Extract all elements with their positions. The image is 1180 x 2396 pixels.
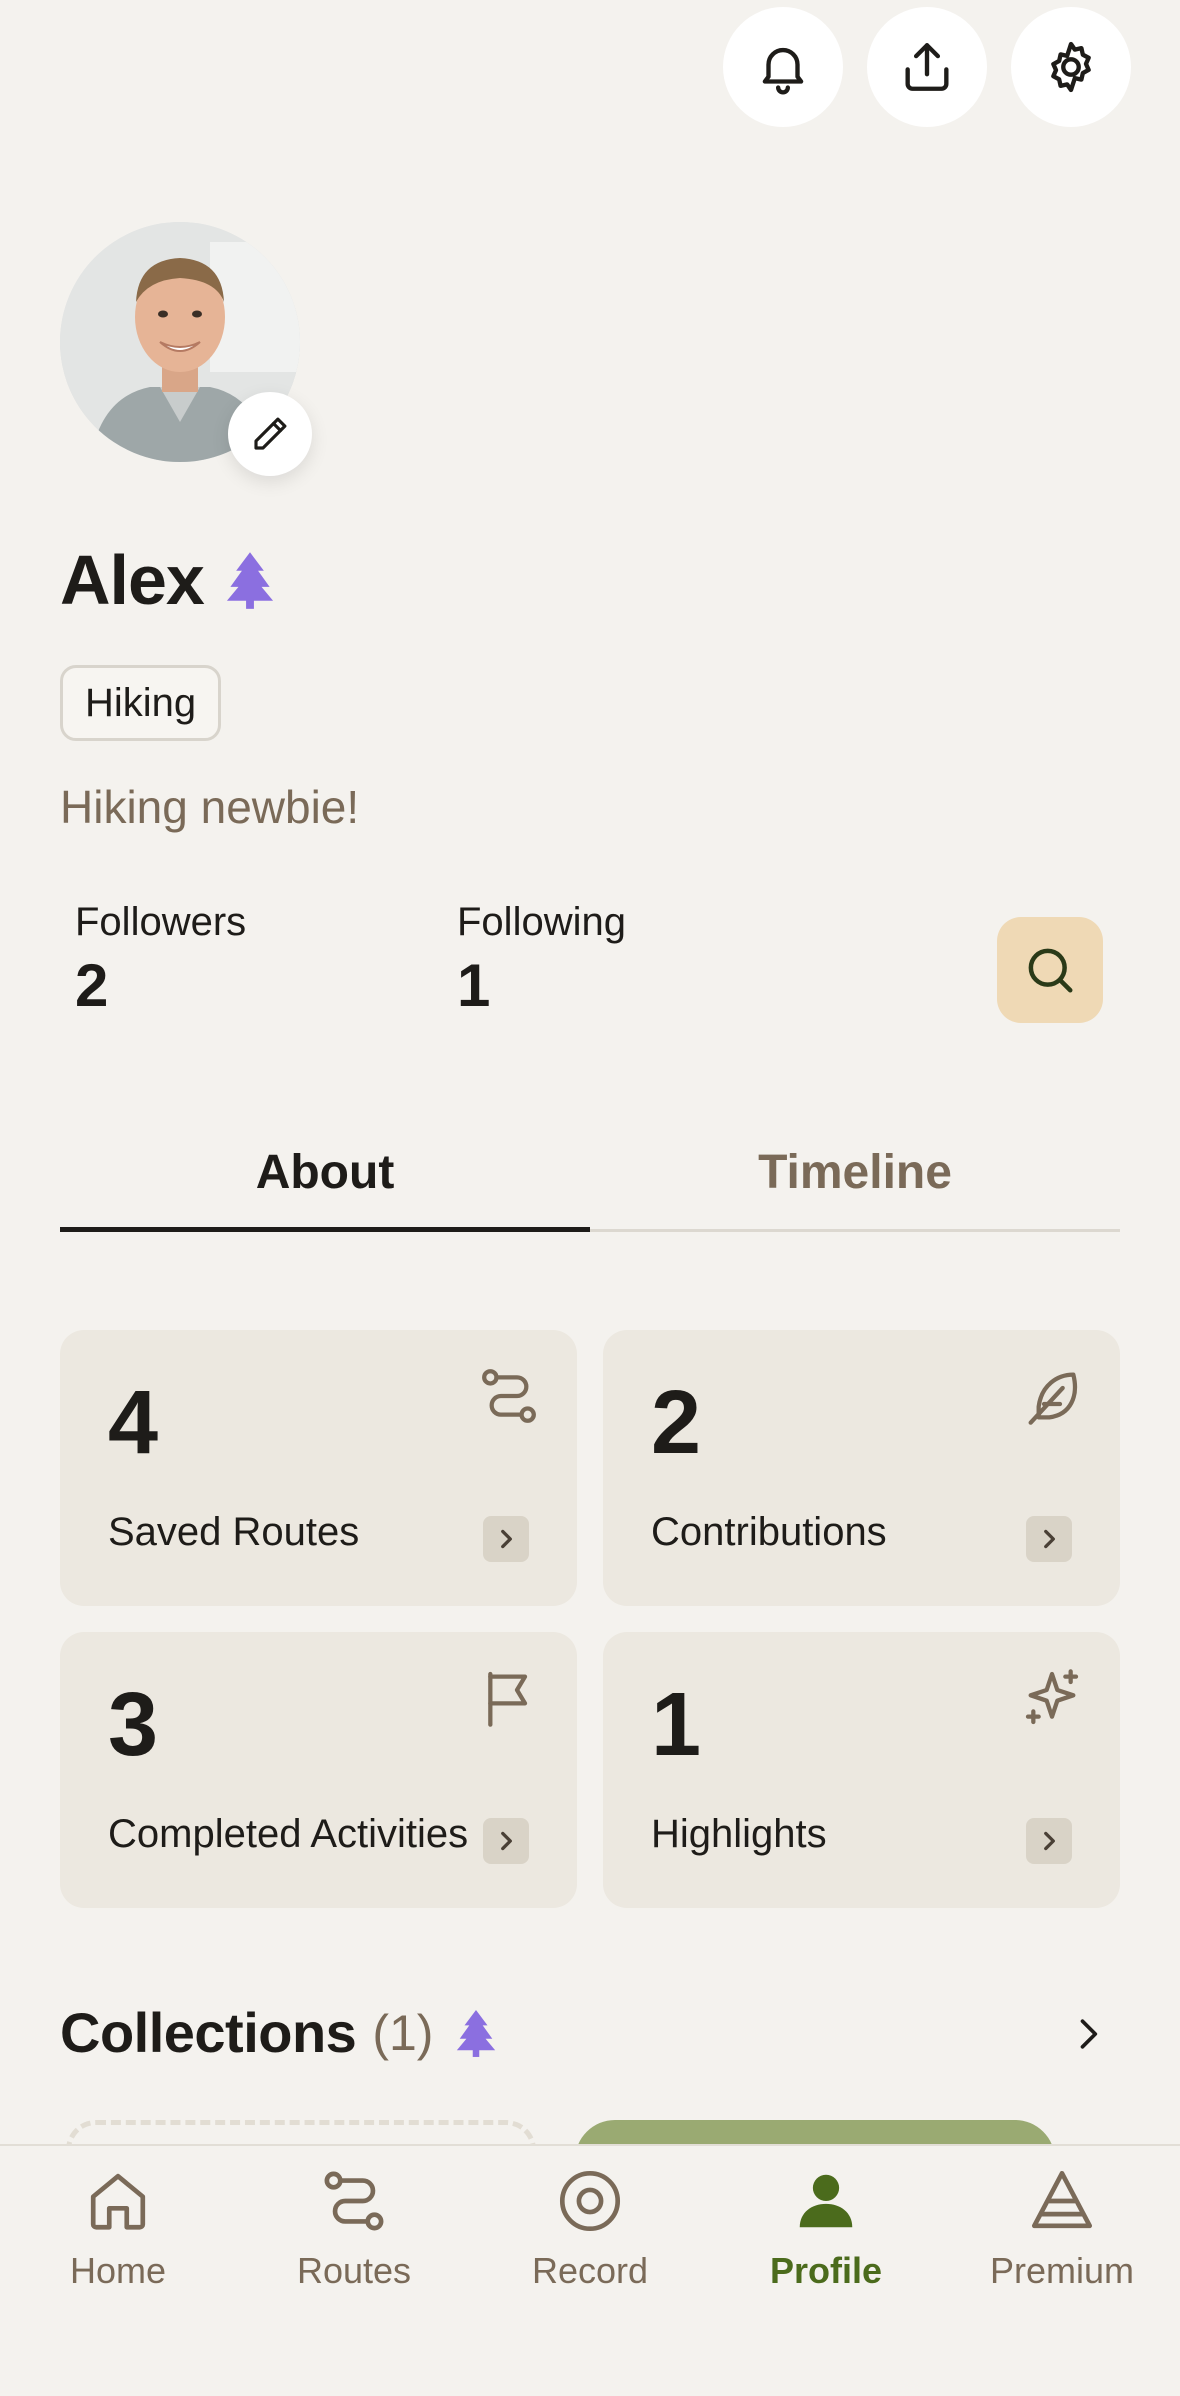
- profile-icon: [799, 2174, 853, 2228]
- card-label: Completed Activities: [108, 1812, 469, 1856]
- find-people-button[interactable]: [997, 917, 1103, 1023]
- gear-icon: [1051, 41, 1091, 93]
- bell-icon: [762, 47, 804, 95]
- routes-icon: [324, 2171, 384, 2231]
- tree-icon: [457, 2009, 496, 2057]
- card-count: 3: [108, 1675, 159, 1775]
- pencil-icon: [254, 417, 287, 450]
- nav-label: Profile: [769, 2250, 883, 2291]
- following-stat[interactable]: Following 1: [457, 900, 626, 1020]
- profile-name-row: Alex: [60, 540, 278, 620]
- settings-button[interactable]: [1011, 7, 1131, 127]
- profile-bio: Hiking newbie!: [60, 781, 360, 833]
- card-count: 4: [108, 1373, 159, 1473]
- card-label: Contributions: [651, 1510, 887, 1554]
- profile-name: Alex: [60, 541, 205, 619]
- nav-label: Home: [69, 2250, 167, 2291]
- profile-screen: Alex Hiking Hiking newbie! Followers 2 F…: [0, 0, 1180, 2396]
- chevron-right-icon: [483, 1516, 529, 1562]
- nav-premium[interactable]: Premium: [944, 2166, 1180, 2292]
- sparkle-icon: [1025, 1669, 1079, 1725]
- activity-chip[interactable]: Hiking: [60, 665, 222, 741]
- nav-profile[interactable]: Profile: [708, 2166, 944, 2292]
- home-icon: [90, 2173, 146, 2230]
- share-icon: [905, 43, 949, 91]
- profile-tabs: About Timeline: [60, 1125, 1120, 1235]
- chevron-right-icon: [1080, 2019, 1098, 2049]
- route-icon: [482, 1369, 536, 1423]
- card-label: Saved Routes: [108, 1510, 360, 1554]
- search-icon: [1028, 948, 1073, 993]
- followers-stat[interactable]: Followers 2: [75, 900, 246, 1020]
- completed-activities-card[interactable]: 3 Completed Activities: [60, 1632, 577, 1908]
- flag-icon: [488, 1671, 528, 1727]
- tab-timeline[interactable]: Timeline: [590, 1125, 1120, 1235]
- highlights-card[interactable]: 1 Highlights: [603, 1632, 1120, 1908]
- nav-label: Record: [531, 2250, 649, 2291]
- notifications-button[interactable]: [723, 7, 843, 127]
- card-label: Highlights: [651, 1812, 827, 1856]
- following-label: Following: [457, 900, 626, 944]
- nav-home[interactable]: Home: [0, 2166, 236, 2292]
- tab-active-indicator: [60, 1227, 590, 1232]
- bottom-navigation: Home Routes Record Profile Premium: [0, 2144, 1180, 2396]
- collections-count: (1): [372, 2004, 434, 2061]
- chevron-right-icon: [483, 1818, 529, 1864]
- card-count: 2: [651, 1373, 702, 1473]
- tab-divider: [590, 1229, 1120, 1232]
- record-icon: [559, 2170, 621, 2232]
- edit-avatar-button[interactable]: [228, 392, 312, 476]
- followers-count: 2: [75, 952, 109, 1019]
- nav-label: Premium: [989, 2250, 1135, 2291]
- nav-routes[interactable]: Routes: [236, 2166, 472, 2292]
- chevron-right-icon: [1026, 1516, 1072, 1562]
- tree-icon: [226, 552, 273, 609]
- premium-icon: [1031, 2170, 1093, 2229]
- following-count: 1: [457, 952, 491, 1019]
- tab-about[interactable]: About: [60, 1125, 590, 1235]
- share-button[interactable]: [867, 7, 987, 127]
- card-count: 1: [651, 1675, 702, 1775]
- collections-header[interactable]: Collections (1): [60, 2000, 1120, 2065]
- collections-title: Collections: [60, 2001, 357, 2064]
- chevron-right-icon: [1026, 1818, 1072, 1864]
- feather-icon: [1028, 1372, 1077, 1425]
- saved-routes-card[interactable]: 4 Saved Routes: [60, 1330, 577, 1606]
- nav-label: Routes: [296, 2250, 412, 2291]
- nav-record[interactable]: Record: [472, 2166, 708, 2292]
- contributions-card[interactable]: 2 Contributions: [603, 1330, 1120, 1606]
- followers-label: Followers: [75, 900, 247, 944]
